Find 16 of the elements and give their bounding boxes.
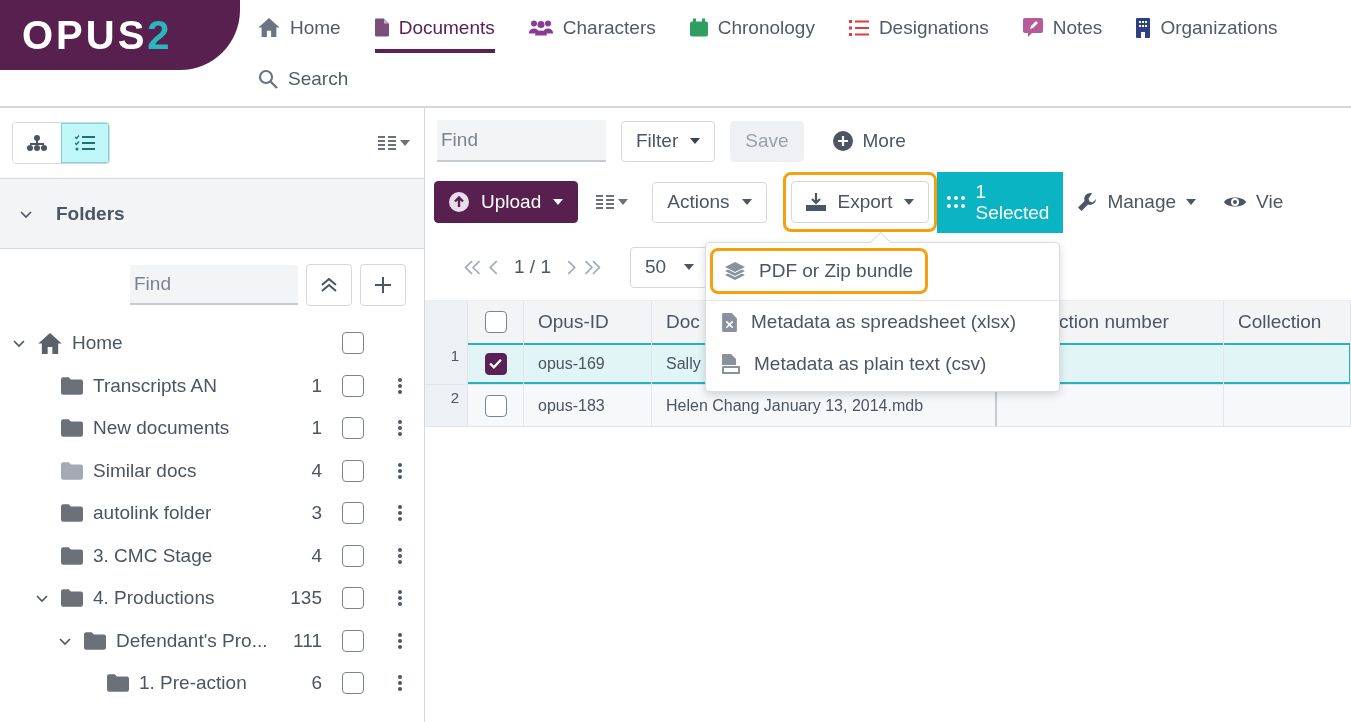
folder-count: 1	[311, 417, 322, 440]
row-number: 1	[425, 343, 468, 384]
table-cell: Sally	[666, 354, 701, 373]
folder-count: 111	[293, 629, 322, 652]
folder-count: 4	[311, 544, 322, 567]
page-indicator: 1 / 1	[514, 256, 551, 278]
folder-count: 3	[311, 502, 322, 525]
table-cell: Helen Chang January 13, 2014.mdb	[666, 396, 924, 415]
folder-count: 4	[311, 459, 322, 482]
table-cell: opus-183	[538, 396, 605, 415]
folder-count: 1	[311, 374, 322, 397]
row-number: 2	[425, 385, 468, 426]
table-cell: opus-169	[538, 354, 605, 373]
folder-count: 6	[311, 672, 322, 695]
section-title: Folders	[56, 202, 125, 225]
folder-count: 135	[290, 587, 322, 610]
